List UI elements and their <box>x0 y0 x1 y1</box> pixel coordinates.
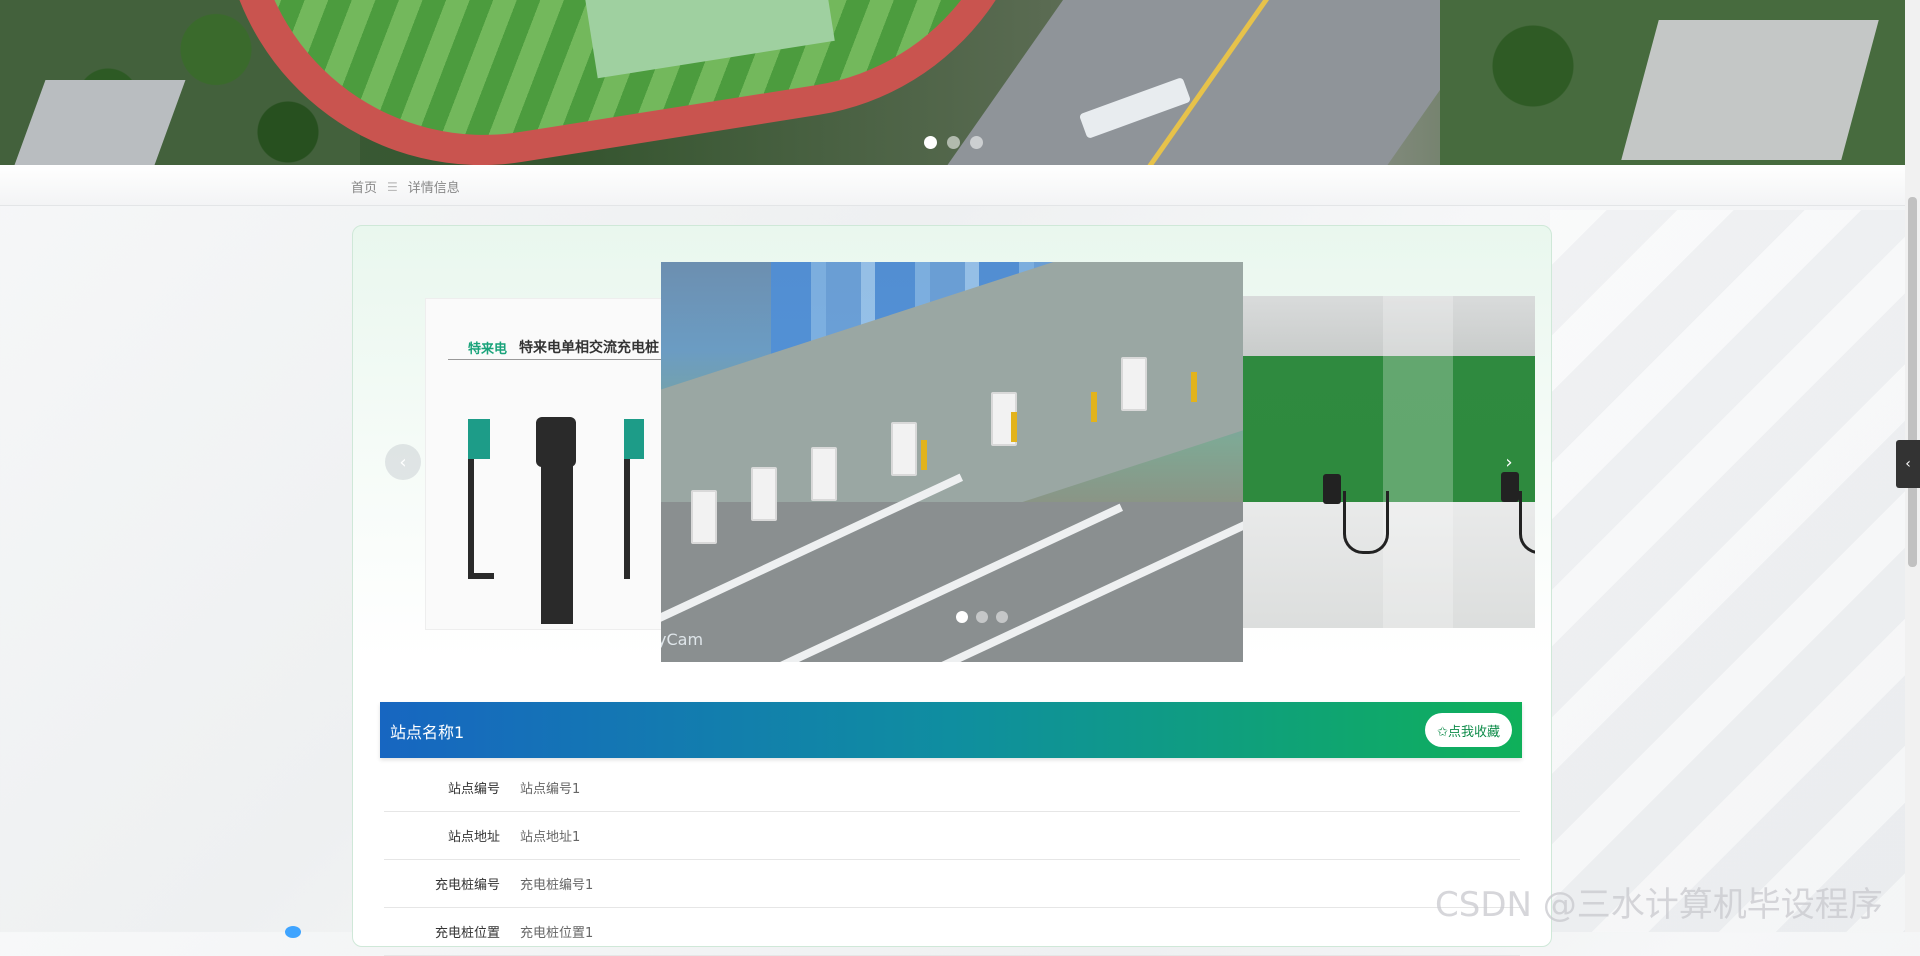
breadcrumb-home[interactable]: 首页 <box>351 177 377 196</box>
chevron-left-icon: ‹ <box>399 451 407 473</box>
detail-row: 站点地址 站点地址1 <box>384 812 1520 860</box>
side-panel-toggle[interactable]: ‹ <box>1896 440 1920 488</box>
hero-banner <box>0 0 1905 165</box>
banner-dot-3[interactable] <box>970 136 983 149</box>
carousel-slide-current[interactable]: yCam <box>661 262 1243 662</box>
detail-list: 站点编号 站点编号1 站点地址 站点地址1 充电桩编号 充电桩编号1 充电桩位置… <box>384 764 1520 956</box>
banner-dot-2[interactable] <box>947 136 960 149</box>
detail-title-bar: 站点名称1 ✩点我收藏 <box>380 702 1522 758</box>
scrollbar-thumb[interactable] <box>1908 197 1917 567</box>
detail-label: 充电桩编号 <box>434 878 500 893</box>
product-brand: 特来电 特来电单相交流充电桩 <box>468 337 659 357</box>
background-pattern <box>1550 210 1920 932</box>
breadcrumb-separator-icon: ☰ <box>387 179 398 194</box>
csdn-watermark: CSDN @三水计算机毕设程序 <box>1435 885 1883 925</box>
favorite-button[interactable]: ✩点我收藏 <box>1425 713 1512 747</box>
carousel-next-button[interactable]: › <box>1491 444 1527 480</box>
carousel-dot-2[interactable] <box>976 611 988 623</box>
banner-dot-1[interactable] <box>924 136 937 149</box>
detail-label: 站点编号 <box>447 782 500 797</box>
carousel-pagination <box>956 611 1008 623</box>
brand-logo: 特来电 <box>468 341 508 357</box>
carousel-prev-button[interactable]: ‹ <box>385 444 421 480</box>
breadcrumb-current: 详情信息 <box>407 181 460 196</box>
chevron-left-icon: ‹ <box>1905 456 1911 472</box>
carousel-slide-prev[interactable]: 特来电 特来电单相交流充电桩 <box>425 298 667 630</box>
banner-pagination <box>924 136 983 149</box>
detail-value: 站点地址1 <box>520 830 581 845</box>
floating-dot <box>285 926 301 938</box>
detail-label: 站点地址 <box>447 830 500 845</box>
station-name: 站点名称1 <box>390 723 465 742</box>
product-title: 特来电单相交流充电桩 <box>519 340 660 356</box>
detail-row: 充电桩编号 充电桩编号1 <box>384 860 1520 908</box>
breadcrumb-bar: 首页 ☰ 详情信息 <box>0 165 1905 206</box>
carousel-dot-1[interactable] <box>956 611 968 623</box>
detail-value: 充电桩编号1 <box>520 878 594 893</box>
carousel-dot-3[interactable] <box>996 611 1008 623</box>
detail-row: 充电桩位置 充电桩位置1 <box>384 908 1520 956</box>
photo-watermark: yCam <box>661 630 704 649</box>
detail-value: 站点编号1 <box>520 782 581 797</box>
breadcrumb: 首页 ☰ 详情信息 <box>351 177 460 197</box>
chevron-right-icon: › <box>1505 451 1513 473</box>
detail-row: 站点编号 站点编号1 <box>384 764 1520 812</box>
